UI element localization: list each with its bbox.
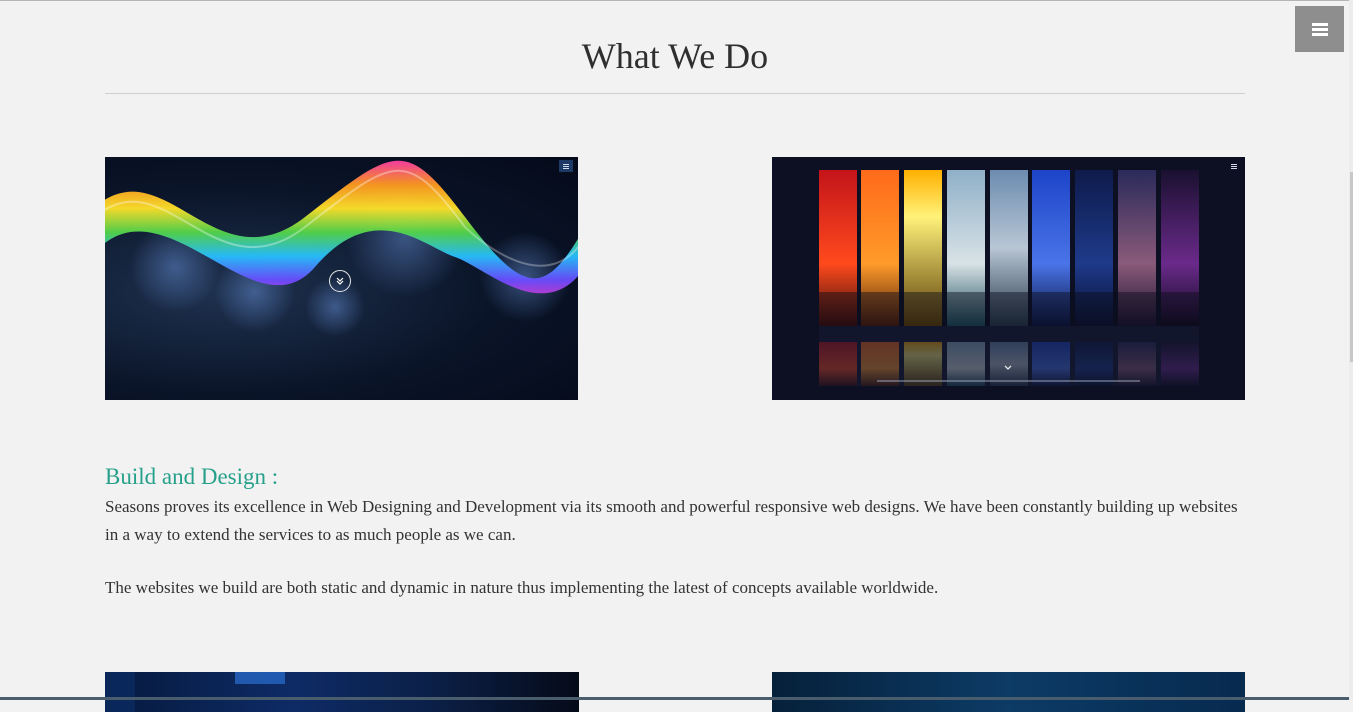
top-border — [0, 0, 1353, 1]
menu-button[interactable] — [1295, 6, 1344, 52]
section-paragraph-2: The websites we build are both static an… — [105, 578, 939, 597]
mini-menu-icon — [1227, 160, 1241, 172]
portfolio-thumbnail-4[interactable] — [772, 672, 1245, 712]
thumbnail-3-image — [105, 672, 285, 712]
portfolio-thumbnail-3[interactable] — [105, 672, 579, 712]
portfolio-thumbnail-seasons[interactable] — [772, 157, 1245, 400]
page-title: What We Do — [581, 36, 769, 76]
section-heading: Build and Design : — [105, 464, 279, 489]
chevron-double-down-icon[interactable] — [329, 270, 351, 292]
section-paragraph-1: Seasons proves its excellence in Web Des… — [105, 497, 1238, 544]
hamburger-menu-icon — [1311, 22, 1328, 36]
title-divider — [105, 93, 1245, 94]
portfolio-thumbnail-rainbow[interactable] — [105, 157, 578, 400]
mini-menu-icon — [559, 160, 573, 172]
chevron-down-icon[interactable] — [1003, 364, 1013, 372]
